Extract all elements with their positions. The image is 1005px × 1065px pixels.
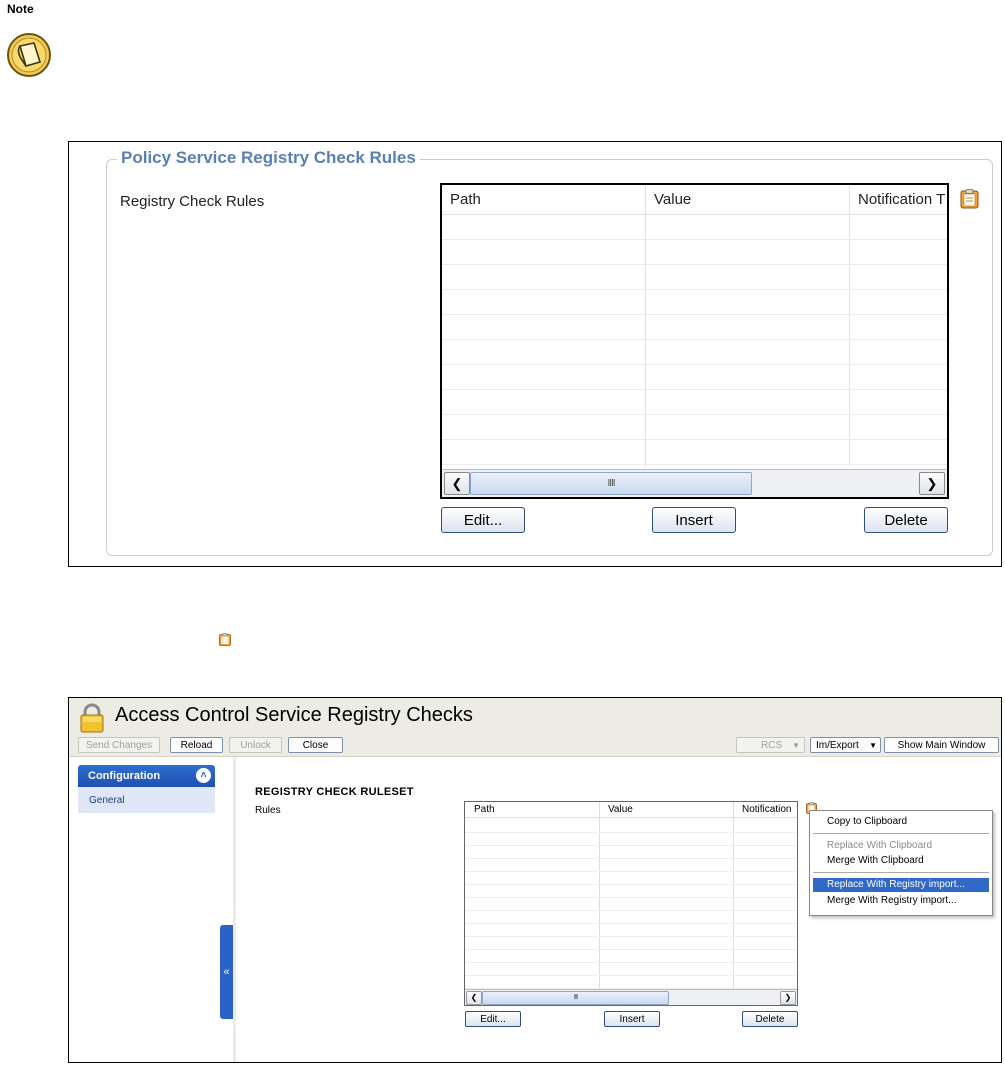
column-header-path[interactable]: Path [442,185,646,215]
configuration-header-label: Configuration [88,770,161,782]
configuration-header[interactable]: Configuration ˄ [78,765,215,787]
table-row[interactable] [442,265,947,290]
table-row[interactable] [465,962,797,976]
group-title: Policy Service Registry Check Rules [117,148,420,168]
edit-button[interactable]: Edit... [465,1011,521,1027]
rules-table[interactable]: Path Value Notification ❮ IIII ❯ [464,801,798,1006]
chevron-down-icon: ▼ [792,741,800,750]
reload-button[interactable]: Reload [170,737,223,753]
table-row[interactable] [442,390,947,415]
rcs-dropdown-value: RCS [761,740,783,751]
insert-button[interactable]: Insert [652,507,736,533]
access-control-window: Access Control Service Registry Checks S… [68,697,1002,1063]
menu-item-merge-with-registry-import[interactable]: Merge With Registry import... [813,894,989,908]
table-row[interactable] [465,936,797,950]
column-header-notification[interactable]: Notification [733,802,797,818]
table-row[interactable] [465,897,797,911]
scroll-thumb[interactable]: IIII [470,472,752,495]
table-row[interactable] [442,365,947,390]
show-main-window-button[interactable]: Show Main Window [884,737,999,753]
menu-item-replace-with-registry-import[interactable]: Replace With Registry import... [813,878,989,892]
im-export-label: Im/Export [816,740,859,751]
content-divider [233,757,236,1062]
delete-button[interactable]: Delete [864,507,948,533]
table-row[interactable] [465,910,797,924]
edit-button[interactable]: Edit... [441,507,525,533]
table-row[interactable] [465,819,797,833]
rules-label: Registry Check Rules [120,193,265,210]
table-row[interactable] [465,858,797,872]
clipboard-icon [219,633,231,646]
table-row[interactable] [465,923,797,937]
clipboard-context-menu: Copy to Clipboard Replace With Clipboard… [809,810,993,916]
horizontal-scrollbar[interactable]: ❮ IIII ❯ [465,989,797,1005]
column-header-value[interactable]: Value [599,802,733,818]
scroll-left-icon[interactable]: ❮ [444,472,470,495]
rules-table[interactable]: Path Value Notification T ❮ IIII ❯ [440,183,949,499]
insert-button[interactable]: Insert [604,1011,660,1027]
collapse-up-icon[interactable]: ˄ [196,768,211,783]
lock-icon [80,703,104,733]
scroll-left-icon[interactable]: ❮ [466,991,482,1005]
note-icon [7,33,51,77]
table-row[interactable] [442,240,947,265]
registry-rules-panel: Policy Service Registry Check Rules Regi… [68,141,1002,567]
table-row[interactable] [442,215,947,240]
table-row[interactable] [465,832,797,846]
scroll-right-icon[interactable]: ❯ [780,991,796,1005]
menu-item-merge-with-clipboard[interactable]: Merge With Clipboard [813,854,989,868]
table-row[interactable] [442,290,947,315]
window-title: Access Control Service Registry Checks [115,704,473,726]
unlock-button[interactable]: Unlock [229,737,282,753]
rules-label: Rules [255,805,281,816]
table-row[interactable] [442,440,947,465]
close-button[interactable]: Close [288,737,343,753]
collapse-sidebar-handle[interactable]: « [220,925,233,1019]
column-header-notification[interactable]: Notification T [850,185,947,215]
table-row[interactable] [442,340,947,365]
table-row[interactable] [465,949,797,963]
scroll-thumb[interactable]: IIII [482,991,669,1005]
im-export-dropdown[interactable]: Im/Export ▼ [810,737,881,753]
toolbar: Send Changes Reload Unlock Close RCS ▼ I… [69,736,1001,757]
sidebar-item-general[interactable]: General [89,795,125,806]
clipboard-icon[interactable] [960,189,979,209]
column-header-value[interactable]: Value [646,185,850,215]
note-label: Note [7,2,34,16]
column-header-path[interactable]: Path [465,802,599,818]
scroll-right-icon[interactable]: ❯ [919,472,945,495]
send-changes-button[interactable]: Send Changes [78,737,160,753]
table-row[interactable] [465,871,797,885]
menu-item-replace-with-clipboard[interactable]: Replace With Clipboard [813,839,989,853]
menu-item-copy-to-clipboard[interactable]: Copy to Clipboard [813,815,989,829]
rcs-dropdown[interactable]: RCS ▼ [736,737,805,753]
table-row[interactable] [465,975,797,989]
horizontal-scrollbar[interactable]: ❮ IIII ❯ [442,469,947,497]
window-title-bar: Access Control Service Registry Checks [69,698,1001,738]
delete-button[interactable]: Delete [742,1011,798,1027]
table-row[interactable] [465,845,797,859]
table-row[interactable] [465,884,797,898]
menu-separator [813,833,989,834]
sidebar: Configuration ˄ General « [69,757,234,1062]
ruleset-title: REGISTRY CHECK RULESET [255,786,414,798]
table-row[interactable] [442,315,947,340]
menu-separator [813,872,989,873]
table-row[interactable] [442,415,947,440]
chevron-down-icon: ▼ [869,741,877,750]
